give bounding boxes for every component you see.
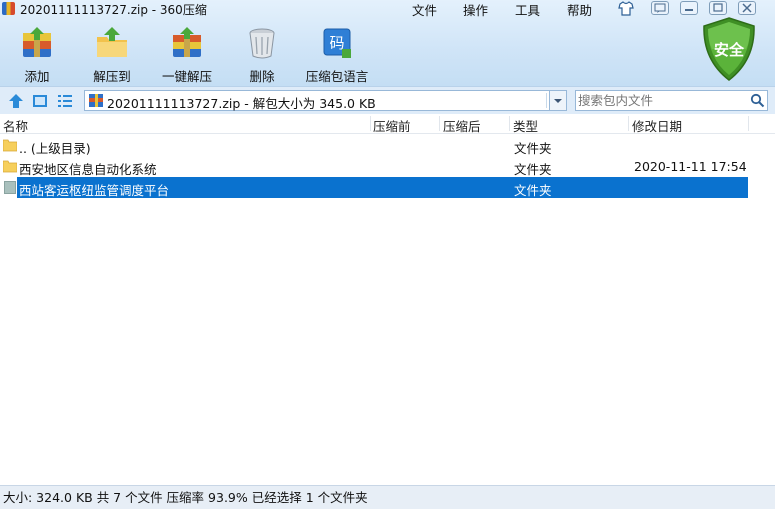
close-button[interactable] — [738, 1, 756, 15]
add-archive-icon — [20, 27, 54, 59]
list-item-parent[interactable]: .. (上级目录) 文件夹 — [0, 135, 775, 156]
add-button[interactable]: 添加 — [1, 24, 73, 84]
col-divider[interactable] — [748, 116, 749, 131]
folder-icon — [3, 180, 17, 194]
col-type[interactable]: 类型 — [513, 116, 538, 135]
col-divider[interactable] — [439, 116, 440, 131]
path-field[interactable]: 20201111113727.zip - 解包大小为 345.0 KB — [84, 90, 566, 111]
search-icon[interactable] — [750, 93, 765, 108]
security-shield[interactable]: 安全 — [700, 16, 758, 82]
col-divider[interactable] — [628, 116, 629, 131]
search-box — [575, 90, 768, 111]
encoding-icon: 码 — [320, 27, 354, 59]
path-dropdown-button[interactable] — [549, 90, 567, 111]
folder-icon — [2, 138, 18, 152]
file-name: 西站客运枢纽监管调度平台 — [19, 183, 170, 198]
address-bar: 20201111113727.zip - 解包大小为 345.0 KB — [0, 86, 775, 115]
menu-file[interactable]: 文件 — [412, 0, 437, 19]
column-header: 名称 压缩前 压缩后 类型 修改日期 — [0, 114, 775, 134]
feedback-button[interactable] — [651, 1, 669, 15]
menu-tools[interactable]: 工具 — [515, 0, 540, 19]
delete-button[interactable]: 删除 — [226, 24, 298, 84]
archive-language-label: 压缩包语言 — [305, 69, 369, 84]
thumbnail-view-icon[interactable] — [31, 92, 49, 110]
menu-operation[interactable]: 操作 — [463, 0, 488, 19]
list-item-selected[interactable]: 西站客运枢纽监管调度平台 文件夹 — [0, 177, 775, 198]
delete-label: 删除 — [249, 69, 275, 84]
list-item[interactable]: 西安地区信息自动化系统 文件夹 2020-11-11 17:54 — [0, 156, 775, 177]
status-bar: 大小: 324.0 KB 共 7 个文件 压缩率 93.9% 已经选择 1 个文… — [0, 485, 775, 509]
add-label: 添加 — [24, 69, 50, 84]
minimize-button[interactable] — [680, 1, 698, 15]
col-divider[interactable] — [509, 116, 510, 131]
app-logo-icon — [2, 2, 15, 15]
app-window: 20201111113727.zip - 360压缩 文件 操作 工具 帮助 添… — [0, 0, 775, 509]
window-title: 20201111113727.zip - 360压缩 — [20, 3, 207, 17]
zip-file-icon — [89, 94, 103, 107]
extract-to-label: 解压到 — [93, 69, 131, 84]
skin-icon[interactable] — [618, 1, 634, 16]
col-modified[interactable]: 修改日期 — [632, 116, 682, 135]
file-type: 文件夹 — [514, 162, 552, 177]
menu-help[interactable]: 帮助 — [567, 0, 592, 19]
col-size-after[interactable]: 压缩后 — [443, 116, 481, 135]
folder-icon — [2, 159, 18, 173]
file-name: 西安地区信息自动化系统 — [19, 162, 157, 177]
file-name: .. (上级目录) — [19, 141, 91, 156]
one-click-extract-icon — [170, 27, 204, 59]
archive-language-button[interactable]: 码 压缩包语言 — [301, 24, 373, 84]
col-name[interactable]: 名称 — [3, 116, 28, 135]
file-type: 文件夹 — [514, 141, 552, 156]
trash-icon — [245, 27, 279, 59]
search-input[interactable] — [578, 92, 746, 109]
top-area: 20201111113727.zip - 360压缩 文件 操作 工具 帮助 添… — [0, 0, 775, 86]
col-size-before[interactable]: 压缩前 — [373, 116, 411, 135]
maximize-button[interactable] — [709, 1, 727, 15]
status-text: 大小: 324.0 KB 共 7 个文件 压缩率 93.9% 已经选择 1 个文… — [3, 490, 368, 505]
file-type: 文件夹 — [514, 183, 552, 198]
shield-label: 安全 — [713, 41, 744, 59]
one-click-extract-button[interactable]: 一键解压 — [151, 24, 223, 84]
up-arrow-icon[interactable] — [7, 92, 25, 110]
title-bar: 20201111113727.zip - 360压缩 文件 操作 工具 帮助 — [0, 0, 775, 18]
modified-date: 2020-11-11 17:54 — [634, 159, 747, 174]
extract-folder-icon — [95, 27, 129, 59]
col-divider[interactable] — [370, 116, 371, 131]
archive-path: 20201111113727.zip - 解包大小为 345.0 KB — [107, 96, 376, 111]
list-view-icon[interactable] — [56, 92, 74, 110]
extract-to-button[interactable]: 解压到 — [76, 24, 148, 84]
one-click-extract-label: 一键解压 — [161, 69, 212, 84]
